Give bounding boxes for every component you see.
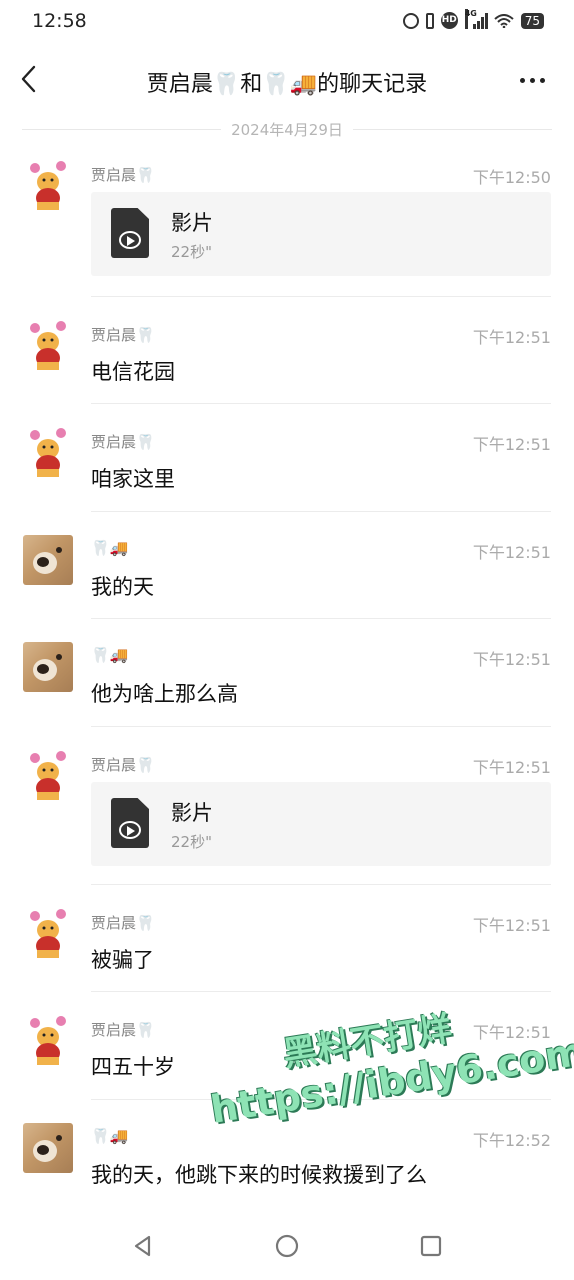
file-name: 影片 bbox=[171, 801, 213, 825]
video-file-icon bbox=[111, 208, 149, 258]
sender-name: 贾启晨🦷 bbox=[91, 166, 155, 184]
sender-name: 贾启晨🦷 bbox=[91, 326, 155, 344]
status-bar: 12:58 HD 4G 75 bbox=[0, 0, 574, 44]
avatar[interactable] bbox=[23, 908, 73, 958]
message-text: 我的天 bbox=[91, 575, 154, 599]
watermark: 黑料不打烊 https://ibdy6.com bbox=[200, 981, 574, 1132]
avatar[interactable] bbox=[23, 160, 73, 210]
avatar[interactable] bbox=[23, 1015, 73, 1065]
avatar-image bbox=[30, 161, 66, 210]
message-time: 下午12:50 bbox=[472, 168, 551, 187]
message-divider bbox=[91, 618, 551, 619]
message-time: 下午12:51 bbox=[472, 435, 551, 454]
sender-name: 贾启晨🦷 bbox=[91, 1021, 155, 1039]
status-icons: HD 4G 75 bbox=[402, 8, 544, 29]
message-divider bbox=[91, 511, 551, 512]
avatar[interactable] bbox=[23, 750, 73, 800]
avatar[interactable] bbox=[23, 642, 73, 692]
message-divider bbox=[91, 991, 551, 992]
avatar[interactable] bbox=[23, 535, 73, 585]
avatar-image bbox=[30, 909, 66, 958]
message-time: 下午12:51 bbox=[472, 650, 551, 669]
triangle-back-icon bbox=[134, 1235, 151, 1257]
message-text: 被骗了 bbox=[91, 948, 154, 972]
message-divider bbox=[91, 296, 551, 297]
sender-name: 🦷🚚 bbox=[91, 1127, 129, 1145]
avatar-image bbox=[30, 321, 66, 370]
message-time: 下午12:51 bbox=[472, 758, 551, 777]
more-dots-icon bbox=[520, 77, 525, 83]
battery-level: 75 bbox=[520, 12, 544, 29]
video-file-card[interactable]: 影片 22秒" bbox=[91, 782, 551, 866]
network-type: 4G bbox=[464, 8, 477, 29]
sender-name: 贾启晨🦷 bbox=[91, 756, 155, 774]
avatar-image bbox=[30, 428, 66, 477]
message-text: 他为啥上那么高 bbox=[91, 682, 238, 706]
avatar-image bbox=[33, 654, 62, 681]
video-file-icon bbox=[111, 798, 149, 848]
avatar[interactable] bbox=[23, 320, 73, 370]
square-recent-icon bbox=[420, 1235, 442, 1257]
message-time: 下午12:51 bbox=[472, 328, 551, 347]
date-label: 2024年4月29日 bbox=[231, 120, 343, 139]
status-time: 12:58 bbox=[32, 10, 87, 32]
message-text: 我的天，他跳下来的时候救援到了么 bbox=[91, 1163, 427, 1187]
sender-name: 贾启晨🦷 bbox=[91, 914, 155, 932]
hd-icon: HD bbox=[440, 12, 458, 29]
alarm-icon bbox=[402, 12, 419, 29]
sender-name: 🦷🚚 bbox=[91, 646, 129, 664]
signal-icon: 4G bbox=[464, 8, 488, 29]
message-text: 四五十岁 bbox=[91, 1055, 175, 1079]
vibrate-icon bbox=[425, 12, 434, 29]
date-separator: 2024年4月29日 bbox=[22, 118, 552, 140]
avatar[interactable] bbox=[23, 1123, 73, 1173]
message-text: 咱家这里 bbox=[91, 467, 175, 491]
nav-back-button[interactable] bbox=[131, 1234, 155, 1258]
message-divider bbox=[91, 884, 551, 885]
message-divider bbox=[91, 403, 551, 404]
system-nav-bar bbox=[0, 1212, 574, 1280]
nav-home-button[interactable] bbox=[275, 1234, 299, 1258]
message-time: 下午12:52 bbox=[472, 1131, 551, 1150]
avatar-image bbox=[33, 547, 62, 574]
avatar-image bbox=[33, 1135, 62, 1162]
chevron-left-icon bbox=[21, 65, 36, 93]
more-button[interactable] bbox=[520, 70, 550, 90]
video-file-card[interactable]: 影片 22秒" bbox=[91, 192, 551, 276]
avatar[interactable] bbox=[23, 427, 73, 477]
avatar-image bbox=[30, 751, 66, 800]
file-duration: 22秒" bbox=[171, 833, 212, 851]
sender-name: 贾启晨🦷 bbox=[91, 433, 155, 451]
wifi-icon bbox=[494, 13, 514, 28]
sender-name: 🦷🚚 bbox=[91, 539, 129, 557]
message-divider bbox=[91, 726, 551, 727]
message-time: 下午12:51 bbox=[472, 916, 551, 935]
page-title: 贾启晨🦷和🦷🚚的聊天记录 bbox=[146, 72, 428, 97]
file-duration: 22秒" bbox=[171, 243, 212, 261]
back-button[interactable] bbox=[18, 64, 42, 94]
message-time: 下午12:51 bbox=[472, 543, 551, 562]
chat-header: 贾启晨🦷和🦷🚚的聊天记录 bbox=[0, 52, 574, 108]
nav-recent-button[interactable] bbox=[419, 1234, 443, 1258]
message-text: 电信花园 bbox=[91, 360, 175, 384]
circle-home-icon bbox=[275, 1234, 299, 1258]
avatar-image bbox=[30, 1016, 66, 1065]
file-name: 影片 bbox=[171, 211, 213, 235]
